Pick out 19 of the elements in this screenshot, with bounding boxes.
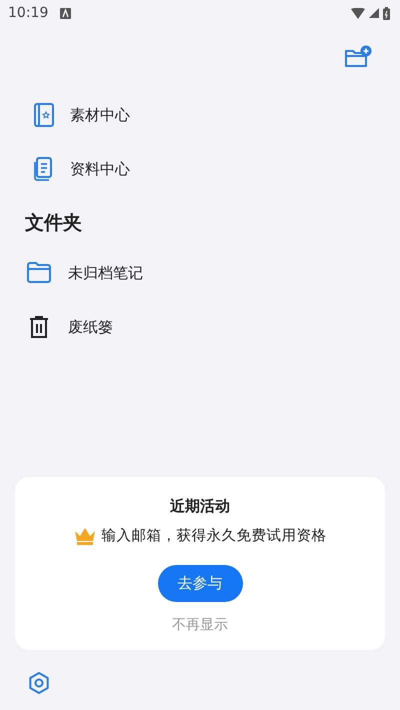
promo-message: 输入邮箱，获得永久免费试用资格 (102, 526, 326, 545)
folder-item[interactable]: 废纸篓 (0, 300, 400, 354)
sidebar-item[interactable]: 素材中心 (0, 88, 400, 142)
document-icon (34, 157, 54, 181)
notification-icon (60, 8, 72, 18)
wifi-icon (351, 8, 365, 18)
crown-icon (74, 526, 96, 544)
battery-icon (383, 6, 390, 20)
signal-icon (369, 8, 379, 18)
folder-item[interactable]: 未归档笔记 (0, 246, 400, 300)
new-folder-icon[interactable] (344, 45, 372, 69)
promo-title: 近期活动 (170, 497, 230, 516)
join-button[interactable]: 去参与 (158, 565, 242, 602)
section-heading: 文件夹 (24, 211, 83, 236)
sidebar-item[interactable]: 资料中心 (0, 142, 400, 196)
settings-icon[interactable] (27, 671, 51, 695)
folder-icon (26, 262, 52, 284)
book-icon (34, 103, 54, 127)
status-time: 10:19 (8, 5, 48, 21)
